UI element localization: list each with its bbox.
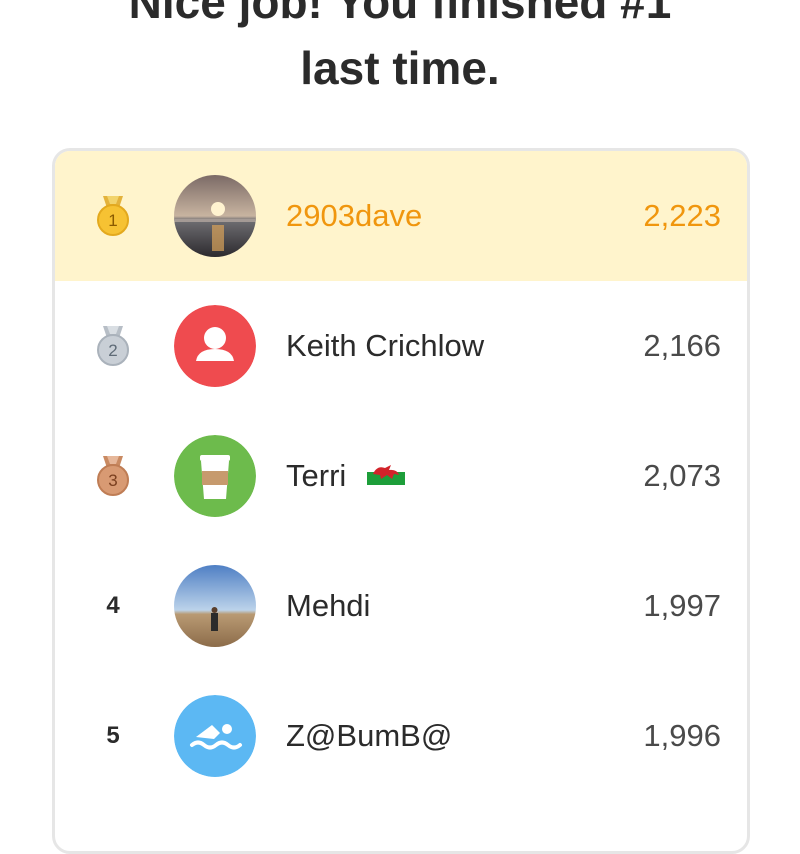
rank-number: 5 <box>106 722 120 749</box>
headline-line-1: Nice job! You finished #1 <box>128 0 672 28</box>
player-score: 2,073 <box>643 458 721 493</box>
player-name: Terri <box>286 411 405 541</box>
avatar-coffee-cup[interactable] <box>174 435 256 517</box>
gold-medal-icon: 1 <box>93 196 133 236</box>
rank-number: 4 <box>106 592 120 619</box>
rank-number: 3 <box>108 471 117 490</box>
avatar-swimmer[interactable] <box>174 695 256 777</box>
player-name: Keith Crichlow <box>286 328 485 363</box>
avatar-default-person[interactable] <box>174 305 256 387</box>
rank-number: 1 <box>108 211 117 230</box>
leaderboard-row[interactable]: 4 Mehdi 1,997 <box>55 541 747 671</box>
leaderboard-row[interactable]: 5 Z@BumB@ 1,996 <box>55 671 747 801</box>
wales-flag-icon <box>366 410 405 540</box>
player-name: Mehdi <box>286 588 371 623</box>
silver-medal-icon: 2 <box>93 326 133 366</box>
player-score: 1,997 <box>643 588 721 623</box>
player-score: 1,996 <box>643 718 721 753</box>
player-name: 2903dave <box>286 198 423 233</box>
player-score: 2,166 <box>643 328 721 363</box>
leaderboard: 1 2903dave 2,223 2 Keith Crichlow 2,166 … <box>52 148 750 854</box>
bronze-medal-icon: 3 <box>93 456 133 496</box>
headline-line-2: last time. <box>300 42 500 94</box>
player-name: Z@BumB@ <box>286 718 453 753</box>
player-name-text: Terri <box>286 458 347 493</box>
player-score: 2,223 <box>643 198 721 233</box>
avatar-sunset[interactable] <box>174 175 256 257</box>
rank-number: 2 <box>108 341 117 360</box>
leaderboard-row[interactable]: 3 Terri 2,073 <box>55 411 747 541</box>
leaderboard-row[interactable]: 2 Keith Crichlow 2,166 <box>55 281 747 411</box>
avatar-desert[interactable] <box>174 565 256 647</box>
leaderboard-row-current-user[interactable]: 1 2903dave 2,223 <box>55 151 747 281</box>
